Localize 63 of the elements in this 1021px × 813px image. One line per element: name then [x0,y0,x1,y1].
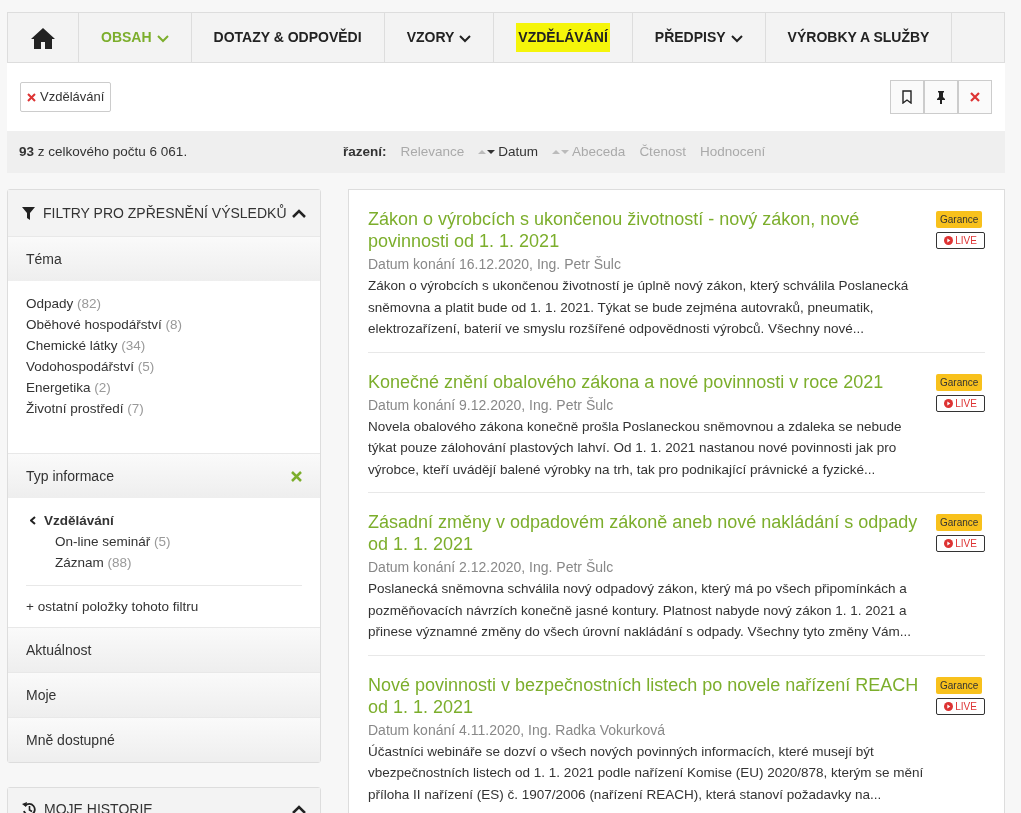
result-count: 93 z celkového počtu 6 061. [19,143,188,159]
close-button[interactable] [958,80,992,114]
pin-button[interactable] [924,80,958,114]
result-description: Novela obalového zákona konečně prošla Poslaneckou sněmovnou a zdaleka se nebude týkat pouze zálohování plastových lahví. Od 1. 1. 2021 nastanou nové povinnosti jak pro výrobce, kteří uvádějí balené výrobky na trh, tak pro podnikající právnické a fyzické... [368,417,903,479]
close-icon [970,92,980,102]
nav-tab[interactable]: VZDĚLÁVÁNÍ [494,13,633,62]
nav-tab[interactable]: VÝROBKY A SLUŽBY [765,13,953,62]
chevron-down-icon [730,32,743,43]
nav-tab[interactable]: DOTAZY & ODPOVĚDI [191,13,385,62]
bookmark-button[interactable] [890,80,924,114]
guarantee-badge: Garance [936,676,983,694]
sort-option[interactable]: Datum [478,141,539,163]
filter-option[interactable]: On-line seminář (5) [55,531,171,552]
panel-title: MOJE HISTORIE [44,799,153,813]
panel-title: FILTRY PRO ZPŘESNĚNÍ VÝSLEDKŮ [43,203,287,223]
filter-section-header[interactable]: Typ informace [8,453,320,498]
result-description: Zákon o výrobcích s ukončenou životností je úplně nový zákon, který schválila Poslanecká sněmovna a platit bude od 1. 1. 2021. Týkat se bude zejména autovraků, pneumatik, elektrozařízení, baterií ve smyslu rozšířené odpovědnosti výrobců. Všechny nové... [368,277,910,338]
play-icon [944,701,954,711]
filter-option[interactable]: Životní prostředí (7) [26,398,144,419]
guarantee-badge: Garance [936,211,983,228]
filter-section-header[interactable]: Mně dostupné [8,717,320,762]
chevron-down-icon [156,32,169,43]
home-icon [31,26,55,49]
result-meta: Datum konání 9.12.2020, Ing. Petr Šulc [368,395,615,415]
play-icon [944,236,954,245]
close-icon [27,92,36,102]
filter-section-header[interactable]: Aktuálnost [8,627,320,672]
result-meta: Datum konání 2.12.2020, Ing. Petr Šulc [368,558,615,577]
nav-tab[interactable]: VZORY [384,13,495,62]
filter-option[interactable]: Chemické látky (34) [26,335,146,356]
sort-arrows-icon [552,149,570,155]
live-badge: LIVE [936,232,985,249]
chevron-left-icon [30,516,36,525]
more-options-link[interactable]: + ostatní položky tohoto filtru [26,599,199,614]
result-meta: Datum konání 16.12.2020, Ing. Petr Šulc [368,255,622,274]
play-icon [944,539,954,548]
filter-option[interactable]: Odpady (82) [26,293,102,314]
live-badge: LIVE [936,697,985,715]
chevron-down-icon [459,32,472,43]
guarantee-badge: Garance [936,373,983,391]
filter-option[interactable]: Záznam (88) [55,552,132,573]
bookmark-icon [901,90,913,104]
filter-section-header[interactable]: Téma [8,236,320,281]
filter-option[interactable]: Energetika (2) [26,377,111,398]
filter-option[interactable]: Oběhové hospodářství (8) [26,314,183,335]
filter-option[interactable]: Vzdělávání [44,510,114,531]
live-badge: LIVE [936,535,985,552]
play-icon [944,398,954,408]
history-icon [22,802,36,813]
pin-icon [935,90,947,104]
result-meta: Datum konání 4.11.2020, Ing. Radka Vokurková [368,720,667,740]
nav-tab[interactable]: PŘEDPISY [632,13,766,62]
live-badge: LIVE [936,394,985,412]
filter-icon [22,206,35,220]
filter-option[interactable]: Vodohospodářství (5) [26,356,155,377]
active-filter-tag[interactable]: Vzdělávání [20,82,112,112]
guarantee-badge: Garance [936,514,983,531]
sort-label: řazení: [343,142,387,161]
clear-icon [291,470,302,482]
result-description: Poslanecká sněmovna schválila nový odpadový zákon, který má po všech připomínkách a pozměňovacích návrzích konečně jasné kontury. Platnost nabyde nový zákon 1. 1. 2021 a přinese významné změny do všech úrovní nakládání s odpady. Všechny tyto změny Vám... [368,580,913,641]
filter-section-header[interactable]: Moje [8,672,320,717]
sort-arrows-icon [478,149,496,155]
result-description: Účastníci webináře se dozví o všech nových povinných informacích, které musejí být vbezpečnostních listech od 1. 1. 2021 podle nařízení Komise (EU) 2020/878, kterým se mění příloha II nařízení (ES) č. 1907/2006 (nařízení REACH), která stanoví požadavky na... [368,742,925,804]
